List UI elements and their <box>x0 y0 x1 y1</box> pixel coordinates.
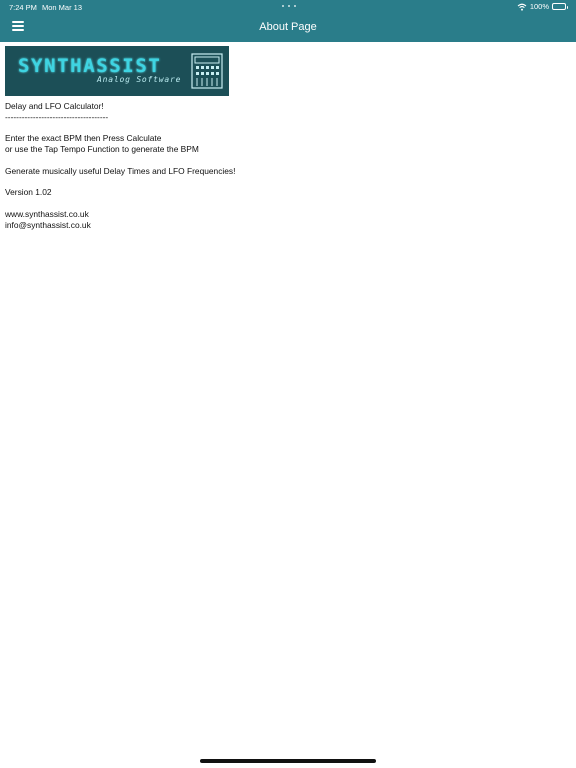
synth-device-icon <box>191 53 223 93</box>
app-heading: Delay and LFO Calculator! <box>5 101 104 111</box>
version-label: Version 1.02 <box>5 187 52 198</box>
app-description: Generate musically useful Delay Times an… <box>5 165 236 176</box>
about-content: Delay and LFO Calculator! --------------… <box>5 101 565 231</box>
about-screen: 7:24 PM Mon Mar 13 100% About Page SYNTH… <box>0 0 576 768</box>
status-date: Mon Mar 13 <box>42 3 83 12</box>
instructions-line-1: Enter the exact BPM then Press Calculate <box>5 133 162 144</box>
battery-percentage: 100% <box>529 2 549 11</box>
synthassist-logo: SYNTHASSIST Analog Software <box>5 46 229 96</box>
email-link[interactable]: info@synthassist.co.uk <box>5 220 565 231</box>
navigation-bar: 7:24 PM Mon Mar 13 100% About Page <box>0 0 576 42</box>
status-time: 7:24 PM <box>9 3 37 12</box>
logo-tagline: Analog Software <box>97 75 182 84</box>
page-title: About Page <box>259 21 317 33</box>
multitasking-dots-icon[interactable] <box>282 5 296 8</box>
instructions-line-2: or use the Tap Tempo Function to generat… <box>5 144 199 155</box>
logo-wordmark: SYNTHASSIST <box>18 55 162 77</box>
website-link[interactable]: www.synthassist.co.uk <box>5 209 565 220</box>
home-indicator[interactable] <box>200 759 376 763</box>
text-divider: ------------------------------------- <box>5 111 109 122</box>
wifi-icon <box>517 3 527 11</box>
battery-icon <box>552 3 568 10</box>
status-indicators: 100% <box>517 2 568 11</box>
